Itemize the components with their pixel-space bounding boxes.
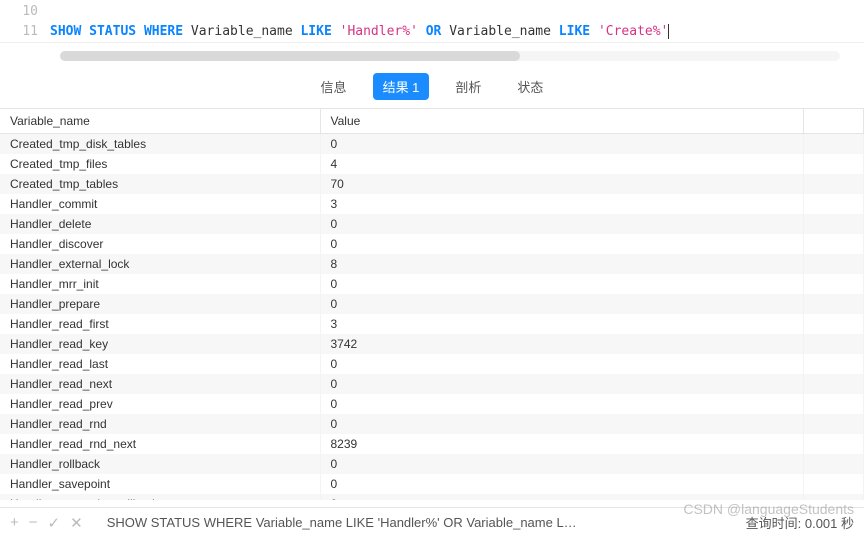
column-header-value[interactable]: Value (320, 109, 804, 134)
cell-empty (804, 294, 864, 314)
cell-value[interactable]: 3 (320, 314, 804, 334)
table-row[interactable]: Handler_read_first3 (0, 314, 864, 334)
cell-empty (804, 194, 864, 214)
cell-variable-name[interactable]: Handler_read_rnd (0, 414, 320, 434)
cell-empty (804, 374, 864, 394)
cell-empty (804, 474, 864, 494)
cell-value[interactable]: 0 (320, 354, 804, 374)
cell-empty (804, 314, 864, 334)
cell-variable-name[interactable]: Created_tmp_disk_tables (0, 134, 320, 155)
table-row[interactable]: Handler_commit3 (0, 194, 864, 214)
cell-empty (804, 494, 864, 500)
cell-variable-name[interactable]: Handler_savepoint_rollback (0, 494, 320, 500)
cell-variable-name[interactable]: Handler_read_key (0, 334, 320, 354)
cell-value[interactable]: 0 (320, 274, 804, 294)
close-icon[interactable]: ✕ (70, 514, 83, 532)
cell-value[interactable]: 0 (320, 294, 804, 314)
column-header-variable-name[interactable]: Variable_name (0, 109, 320, 134)
cell-empty (804, 394, 864, 414)
cell-empty (804, 134, 864, 155)
table-row[interactable]: Handler_read_rnd_next8239 (0, 434, 864, 454)
cell-variable-name[interactable]: Handler_read_next (0, 374, 320, 394)
table-row[interactable]: Handler_delete0 (0, 214, 864, 234)
cell-variable-name[interactable]: Created_tmp_tables (0, 174, 320, 194)
cell-variable-name[interactable]: Handler_read_first (0, 314, 320, 334)
cell-value[interactable]: 70 (320, 174, 804, 194)
sql-code[interactable]: SHOW STATUS WHERE Variable_name LIKE 'Ha… (50, 0, 864, 42)
cell-empty (804, 354, 864, 374)
table-row[interactable]: Created_tmp_files4 (0, 154, 864, 174)
cell-variable-name[interactable]: Handler_prepare (0, 294, 320, 314)
tab-info[interactable]: 信息 (311, 73, 357, 100)
result-tabs: 信息 结果 1 剖析 状态 (0, 65, 864, 108)
cell-value[interactable]: 0 (320, 234, 804, 254)
table-row[interactable]: Created_tmp_tables70 (0, 174, 864, 194)
cell-variable-name[interactable]: Handler_read_last (0, 354, 320, 374)
table-header-row: Variable_name Value (0, 109, 864, 134)
check-icon[interactable]: ✓ (48, 514, 61, 532)
column-header-empty (804, 109, 864, 134)
cell-value[interactable]: 3 (320, 194, 804, 214)
cell-empty (804, 414, 864, 434)
editor-horizontal-scrollbar[interactable] (60, 51, 840, 61)
line-gutter: 1011 (0, 0, 50, 42)
scrollbar-thumb[interactable] (60, 51, 520, 61)
cell-value[interactable]: 4 (320, 154, 804, 174)
table-row[interactable]: Handler_read_rnd0 (0, 414, 864, 434)
cell-variable-name[interactable]: Handler_discover (0, 234, 320, 254)
cell-value[interactable]: 0 (320, 134, 804, 155)
cell-value[interactable]: 0 (320, 454, 804, 474)
cell-variable-name[interactable]: Handler_commit (0, 194, 320, 214)
table-row[interactable]: Created_tmp_disk_tables0 (0, 134, 864, 155)
cell-variable-name[interactable]: Handler_delete (0, 214, 320, 234)
minus-icon[interactable]: − (29, 514, 38, 532)
cell-value[interactable]: 0 (320, 214, 804, 234)
table-row[interactable]: Handler_read_prev0 (0, 394, 864, 414)
cell-empty (804, 434, 864, 454)
cell-value[interactable]: 0 (320, 494, 804, 500)
cell-variable-name[interactable]: Handler_read_prev (0, 394, 320, 414)
cell-value[interactable]: 0 (320, 474, 804, 494)
table-row[interactable]: Handler_savepoint0 (0, 474, 864, 494)
sql-editor[interactable]: 1011 SHOW STATUS WHERE Variable_name LIK… (0, 0, 864, 43)
table-row[interactable]: Handler_external_lock8 (0, 254, 864, 274)
tab-status[interactable]: 状态 (507, 73, 553, 100)
cell-variable-name[interactable]: Created_tmp_files (0, 154, 320, 174)
status-bar: + − ✓ ✕ SHOW STATUS WHERE Variable_name … (0, 507, 864, 537)
table-row[interactable]: Handler_read_last0 (0, 354, 864, 374)
result-grid[interactable]: Variable_name Value Created_tmp_disk_tab… (0, 108, 864, 500)
status-timing: 查询时间: 0.001 秒 (746, 513, 854, 532)
cell-empty (804, 174, 864, 194)
tab-profile[interactable]: 剖析 (445, 73, 491, 100)
cell-variable-name[interactable]: Handler_mrr_init (0, 274, 320, 294)
table-row[interactable]: Handler_rollback0 (0, 454, 864, 474)
cell-variable-name[interactable]: Handler_savepoint (0, 474, 320, 494)
cell-empty (804, 234, 864, 254)
table-row[interactable]: Handler_read_next0 (0, 374, 864, 394)
cell-variable-name[interactable]: Handler_external_lock (0, 254, 320, 274)
table-row[interactable]: Handler_savepoint_rollback0 (0, 494, 864, 500)
cell-variable-name[interactable]: Handler_read_rnd_next (0, 434, 320, 454)
cell-variable-name[interactable]: Handler_rollback (0, 454, 320, 474)
table-row[interactable]: Handler_discover0 (0, 234, 864, 254)
cell-value[interactable]: 0 (320, 394, 804, 414)
table-row[interactable]: Handler_prepare0 (0, 294, 864, 314)
cell-empty (804, 214, 864, 234)
cell-empty (804, 454, 864, 474)
cell-value[interactable]: 0 (320, 414, 804, 434)
cell-empty (804, 154, 864, 174)
cell-empty (804, 254, 864, 274)
cell-value[interactable]: 0 (320, 374, 804, 394)
table-row[interactable]: Handler_mrr_init0 (0, 274, 864, 294)
cell-empty (804, 274, 864, 294)
tab-result1[interactable]: 结果 1 (373, 73, 430, 100)
cell-empty (804, 334, 864, 354)
cell-value[interactable]: 3742 (320, 334, 804, 354)
cell-value[interactable]: 8239 (320, 434, 804, 454)
table-row[interactable]: Handler_read_key3742 (0, 334, 864, 354)
table-body: Created_tmp_disk_tables0Created_tmp_file… (0, 134, 864, 501)
add-icon[interactable]: + (10, 514, 19, 532)
status-query-text: SHOW STATUS WHERE Variable_name LIKE 'Ha… (107, 515, 577, 530)
cell-value[interactable]: 8 (320, 254, 804, 274)
